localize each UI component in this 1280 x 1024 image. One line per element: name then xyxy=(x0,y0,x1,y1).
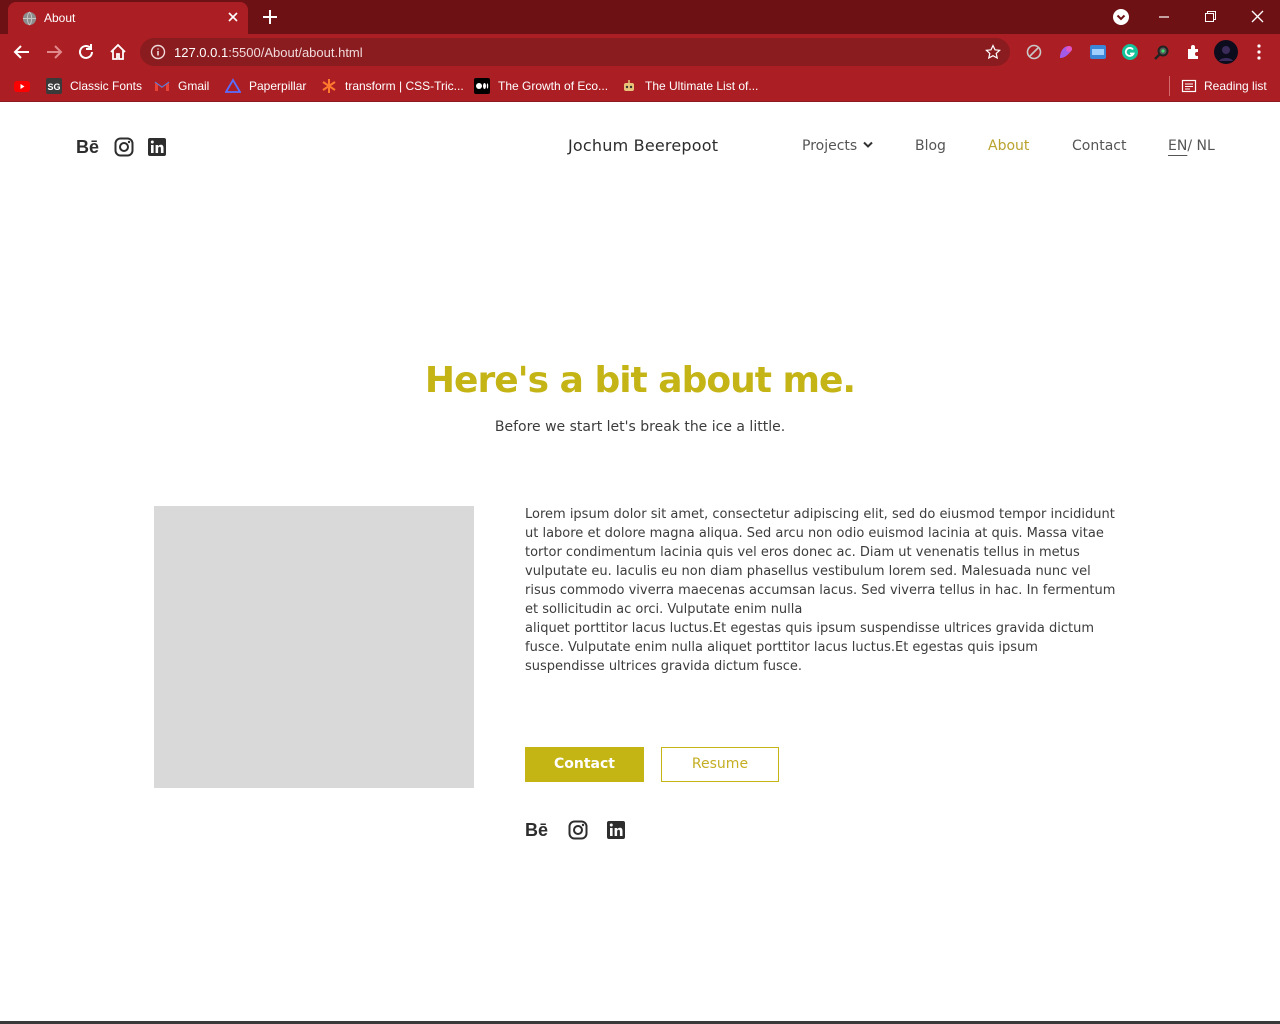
contact-button[interactable]: Contact xyxy=(525,747,644,782)
bookmark-label: The Growth of Eco... xyxy=(498,79,609,93)
reading-list-button[interactable]: Reading list xyxy=(1181,76,1267,96)
svg-text:SG: SG xyxy=(48,82,61,92)
bookmark-label: The Ultimate List of... xyxy=(645,79,759,93)
nav-projects[interactable]: Projects xyxy=(802,138,873,154)
page-title: Here's a bit about me. xyxy=(424,360,856,401)
forward-arrow-icon[interactable] xyxy=(44,42,64,62)
inspect-extension-icon[interactable] xyxy=(1153,43,1171,61)
language-switcher: EN/ NL xyxy=(1168,138,1215,154)
bookmark-label: transform | CSS-Tric... xyxy=(345,79,464,93)
bookmark-css-tricks[interactable]: transform | CSS-Tric... xyxy=(321,76,464,96)
window-close-icon[interactable] xyxy=(1245,6,1269,28)
paperpillar-icon xyxy=(225,78,241,93)
behance-icon[interactable]: Bē xyxy=(525,819,551,841)
url-text: 127.0.0.1:5500/About/about.html xyxy=(174,45,363,60)
tab-title: About xyxy=(44,11,76,25)
bookmark-youtube[interactable] xyxy=(14,76,38,96)
bookmark-classic-fonts[interactable]: SG Classic Fonts xyxy=(46,76,142,96)
lang-nl[interactable]: NL xyxy=(1192,138,1214,154)
gmail-icon xyxy=(154,81,170,91)
instagram-icon[interactable] xyxy=(113,136,135,158)
bookmarks-separator xyxy=(1169,76,1170,96)
bookmark-growth-of-eco[interactable]: The Growth of Eco... xyxy=(474,76,608,96)
page-subtitle: Before we start let's break the ice a li… xyxy=(494,419,786,435)
about-paragraph: aliquet porttitor lacus luctus.Et egesta… xyxy=(525,621,1095,674)
about-paragraph: Lorem ipsum dolor sit amet, consectetur … xyxy=(525,507,1116,617)
grammarly-icon[interactable] xyxy=(1121,43,1139,61)
bookmark-paperpillar[interactable]: Paperpillar xyxy=(225,76,306,96)
reading-list-label: Reading list xyxy=(1204,79,1267,93)
bookmark-label: Classic Fonts xyxy=(70,79,143,93)
profile-avatar-icon[interactable] xyxy=(1214,40,1238,64)
tab-strip: About xyxy=(0,0,1280,34)
bookmark-star-icon[interactable] xyxy=(985,44,1001,60)
youtube-icon xyxy=(14,81,30,92)
resume-button[interactable]: Resume xyxy=(661,747,779,782)
restore-icon[interactable] xyxy=(1198,6,1222,28)
nav-contact[interactable]: Contact xyxy=(1072,138,1126,154)
new-tab-icon[interactable] xyxy=(261,8,279,26)
extensions-puzzle-icon[interactable] xyxy=(1185,43,1203,61)
about-text: Lorem ipsum dolor sit amet, consectetur … xyxy=(525,505,1120,676)
back-arrow-icon[interactable] xyxy=(12,42,32,62)
nav-about[interactable]: About xyxy=(988,138,1029,154)
info-icon[interactable] xyxy=(150,44,166,60)
instagram-icon[interactable] xyxy=(567,819,589,841)
tab-search-icon[interactable] xyxy=(1113,9,1129,25)
bookmark-ultimate-list[interactable]: The Ultimate List of... xyxy=(621,76,758,96)
address-bar[interactable]: 127.0.0.1:5500/About/about.html xyxy=(140,38,1010,66)
reload-icon[interactable] xyxy=(76,42,96,62)
reading-list-icon xyxy=(1181,79,1197,93)
minimize-icon[interactable] xyxy=(1152,6,1176,28)
medium-icon xyxy=(474,78,490,94)
behance-icon[interactable]: Bē xyxy=(76,136,102,158)
color-picker-extension-icon[interactable] xyxy=(1057,43,1075,61)
menu-kebab-icon[interactable] xyxy=(1250,43,1268,61)
nav-blog[interactable]: Blog xyxy=(915,138,946,154)
linkedin-icon[interactable] xyxy=(606,820,626,840)
css-tricks-star-icon xyxy=(322,79,336,93)
chevron-down-icon xyxy=(863,141,873,148)
browser-tab[interactable]: About xyxy=(8,2,248,34)
globe-icon xyxy=(22,11,37,26)
bookmark-label: Gmail xyxy=(178,79,210,93)
profile-photo-placeholder xyxy=(154,506,474,788)
css-extension-icon[interactable] xyxy=(1089,43,1107,61)
site-name[interactable]: Jochum Beerepoot xyxy=(568,136,718,155)
home-icon[interactable] xyxy=(108,42,128,62)
bookmarks-bar: SG Classic Fonts Gmail Paperpillar trans… xyxy=(0,70,1280,102)
sg-logo-icon: SG xyxy=(46,78,62,94)
browser-toolbar: 127.0.0.1:5500/About/about.html xyxy=(0,34,1280,70)
page-content: Bē Jochum Beerepoot Projects Blog About … xyxy=(0,103,1280,1021)
linkedin-icon[interactable] xyxy=(147,137,167,157)
extension-icon[interactable] xyxy=(1025,43,1043,61)
nav-projects-label: Projects xyxy=(802,138,858,154)
lang-en[interactable]: EN xyxy=(1168,138,1187,154)
robot-icon xyxy=(624,80,634,91)
close-icon[interactable] xyxy=(225,9,241,25)
bookmark-gmail[interactable]: Gmail xyxy=(154,76,209,96)
bookmark-label: Paperpillar xyxy=(249,79,307,93)
